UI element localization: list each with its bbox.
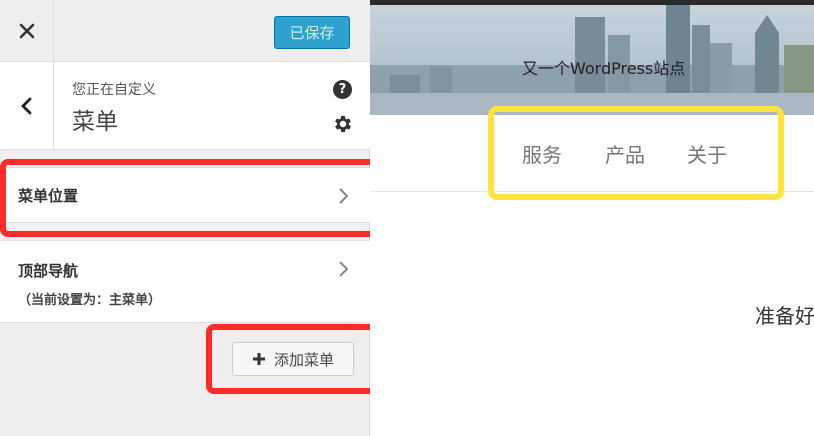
top-navigation: 服务 产品 关于	[370, 115, 814, 192]
section-title: 顶部导航	[18, 262, 79, 280]
header-image: 又一个WordPress站点	[370, 5, 814, 115]
chevron-right-icon	[339, 261, 349, 277]
help-icon[interactable]: ?	[333, 80, 352, 99]
plus-icon	[252, 353, 265, 365]
nav-item-products[interactable]: 产品	[605, 139, 645, 168]
saved-button[interactable]: 已保存	[274, 16, 350, 49]
nav-item-about[interactable]: 关于	[687, 139, 727, 168]
section-subtitle: （当前设置为：主菜单）	[18, 293, 162, 308]
chevron-left-icon	[20, 97, 31, 115]
customizing-label: 您正在自定义	[72, 82, 156, 98]
customizer-sidebar: 已保存 您正在自定义 菜单 ? 菜单位置 顶部导航 （当前设置为：主菜单） 添加…	[0, 0, 370, 436]
close-icon	[19, 23, 34, 39]
site-preview: 又一个WordPress站点 服务 产品 关于 准备好	[370, 0, 814, 436]
add-menu-button[interactable]: 添加菜单	[232, 342, 354, 376]
back-button[interactable]	[0, 62, 54, 150]
nav-item-services[interactable]: 服务	[522, 139, 562, 168]
close-customizer-button[interactable]	[0, 0, 54, 62]
content-heading: 准备好	[755, 304, 814, 328]
section-title: 菜单位置	[18, 187, 79, 205]
gear-icon[interactable]	[332, 113, 354, 135]
section-menu-locations[interactable]: 菜单位置	[0, 167, 370, 223]
section-menu-top-nav[interactable]: 顶部导航 （当前设置为：主菜单）	[0, 240, 370, 323]
customizer-topbar: 已保存	[0, 0, 370, 62]
chevron-right-icon	[339, 188, 349, 204]
add-menu-label: 添加菜单	[273, 350, 334, 369]
customizer-header: 您正在自定义 菜单 ?	[0, 62, 370, 150]
site-tagline: 又一个WordPress站点	[522, 59, 686, 78]
panel-title: 菜单	[72, 109, 118, 135]
